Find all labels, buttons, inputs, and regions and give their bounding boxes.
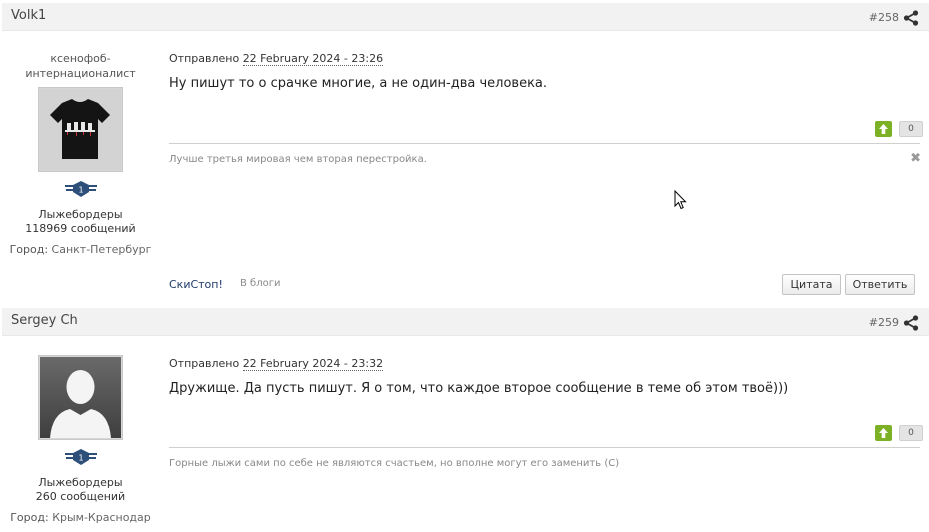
post-author[interactable]: Volk1 — [11, 8, 46, 23]
city-value: Крым-Краснодар — [52, 511, 151, 524]
user-city: Город: Крым-Краснодар — [2, 511, 159, 524]
reputation-widget: 0 — [863, 425, 923, 441]
post-date-line: Отправлено 22 February 2024 - 23:32 — [169, 357, 920, 371]
reputation-widget: 0 — [863, 121, 923, 137]
post-author[interactable]: Sergey Ch — [11, 313, 78, 328]
user-group: Лыжебордеры — [38, 476, 123, 489]
post-content: Ну пишут то о срачке многие, а не один-д… — [169, 76, 548, 91]
default-avatar-image — [40, 357, 121, 438]
share-icon[interactable] — [903, 10, 919, 26]
vote-up-button[interactable] — [875, 425, 892, 441]
post-date-line: Отправлено 22 February 2024 - 23:26 — [169, 52, 920, 66]
mouse-cursor-icon — [674, 190, 687, 210]
user-info: ксенофоб-интернационалист 1 Лыжебордеры … — [2, 51, 159, 256]
rank-number: 1 — [78, 186, 83, 195]
vote-up-button[interactable] — [875, 121, 892, 137]
user-city: Город: Санкт-Петербург — [2, 243, 159, 256]
post-number[interactable]: #259 — [869, 316, 899, 329]
post-content: Дружище. Да пусть пишут. Я о том, что ка… — [169, 381, 789, 396]
avatar-tshirt-image — [40, 89, 121, 170]
user-info: 1 Лыжебордеры 260 сообщений Город: Крым-… — [2, 355, 159, 524]
post-number[interactable]: #258 — [869, 11, 899, 24]
sent-label: Отправлено — [169, 357, 240, 370]
post-body: Отправлено 22 February 2024 - 23:32 Друж… — [169, 357, 920, 396]
share-icon[interactable] — [903, 315, 919, 331]
close-icon[interactable]: ✖ — [910, 151, 921, 166]
user-group: Лыжебордеры — [38, 208, 123, 221]
sent-label: Отправлено — [169, 52, 240, 65]
post-count: 260 сообщений — [35, 490, 126, 503]
city-value: Санкт-Петербург — [51, 243, 152, 256]
post-body: Отправлено 22 February 2024 - 23:26 Ну п… — [169, 52, 920, 91]
skistop-link[interactable]: СкиСтоп! — [169, 278, 223, 291]
signature-divider — [169, 447, 920, 448]
signature-text: Лучше третья мировая чем вторая перестро… — [169, 154, 427, 165]
rank-badge-icon: 1 — [64, 181, 97, 197]
avatar[interactable] — [38, 355, 123, 440]
city-label: Город: — [10, 511, 49, 524]
arrow-up-icon — [879, 428, 888, 438]
city-label: Город: — [9, 243, 49, 256]
post-count: 118969 сообщений — [25, 222, 136, 235]
signature-divider — [169, 143, 920, 144]
rank-number: 1 — [78, 454, 83, 463]
reputation-count: 0 — [899, 121, 923, 137]
arrow-up-icon — [879, 124, 888, 134]
signature-text: Горные лыжи сами по себе не являются сча… — [169, 458, 620, 469]
rank-badge-icon: 1 — [64, 449, 97, 465]
post-date[interactable]: 22 February 2024 - 23:26 — [242, 52, 384, 66]
post-header: Sergey Ch #259 — [2, 308, 929, 336]
post-header: Volk1 #258 — [2, 3, 929, 31]
to-blogs-link[interactable]: В блоги — [240, 278, 280, 289]
quote-button[interactable]: Цитата — [782, 274, 841, 295]
post-date[interactable]: 22 February 2024 - 23:32 — [242, 357, 384, 371]
avatar[interactable] — [38, 87, 123, 172]
reply-button[interactable]: Ответить — [845, 274, 915, 295]
user-title: ксенофоб-интернационалист — [25, 52, 136, 80]
reputation-count: 0 — [899, 425, 923, 441]
